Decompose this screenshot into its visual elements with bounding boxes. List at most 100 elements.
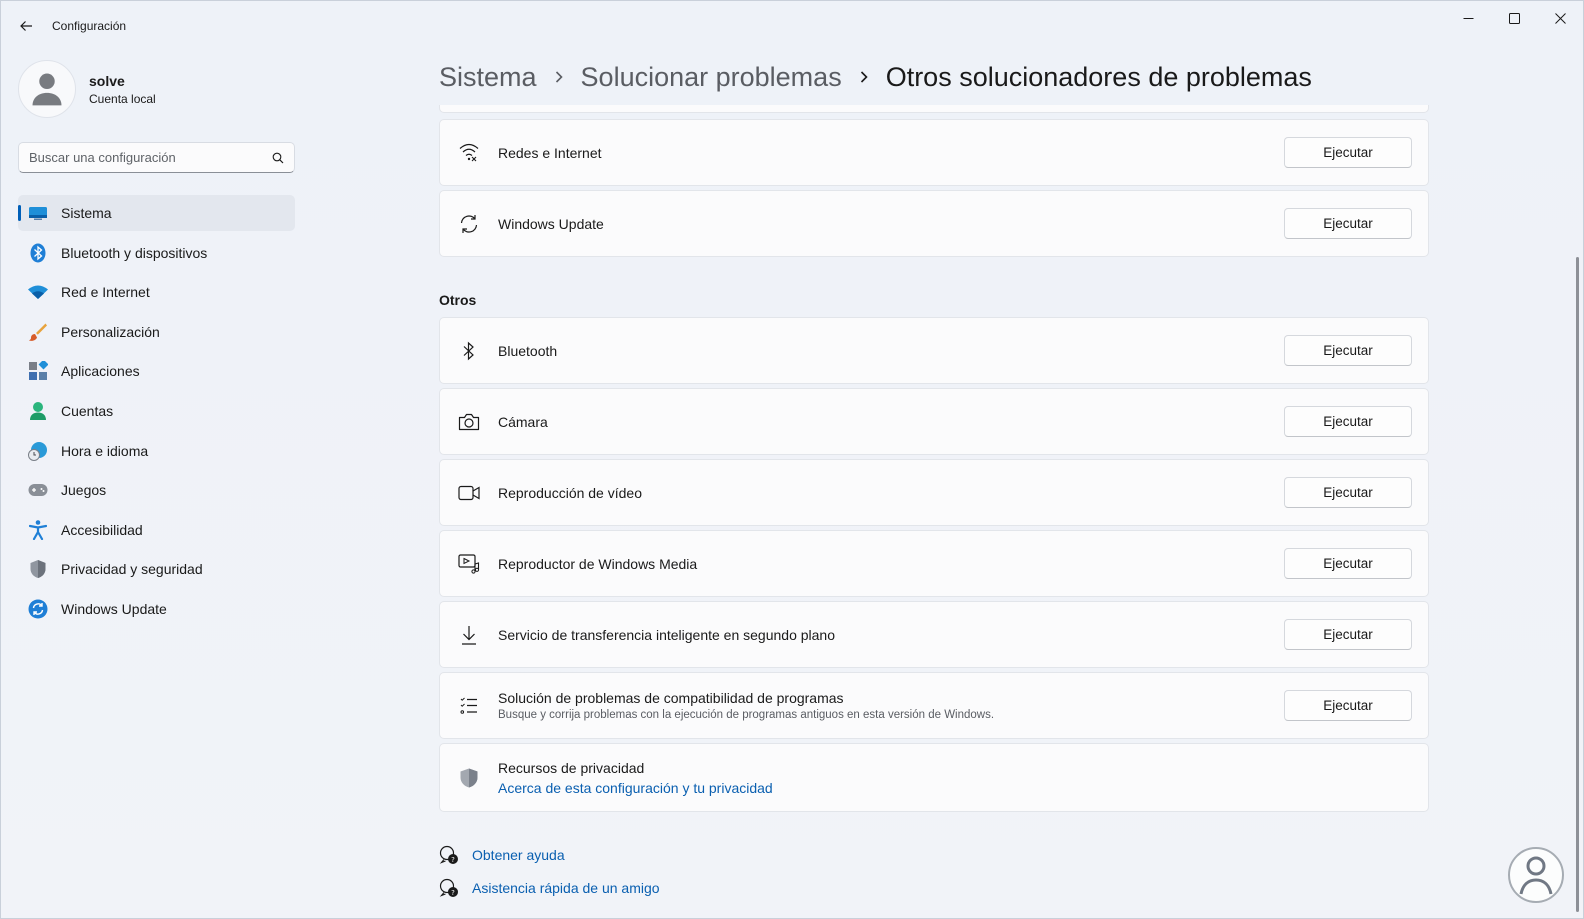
card-title: Reproductor de Windows Media <box>498 555 698 572</box>
help-person-icon: ? <box>439 878 459 898</box>
sidebar-item-label: Cuentas <box>61 402 114 419</box>
search-box <box>18 142 295 173</box>
svg-text:?: ? <box>451 889 455 897</box>
close-icon <box>1554 12 1566 24</box>
bluetooth-icon <box>28 243 48 263</box>
sidebar-item-label: Personalización <box>61 323 160 340</box>
person-avatar-icon <box>32 73 62 106</box>
chevron-right-icon <box>554 70 564 84</box>
sidebar-item-label: Privacidad y seguridad <box>61 561 203 578</box>
media-player-icon <box>458 553 480 575</box>
sidebar-item-red[interactable]: Red e Internet <box>18 274 295 310</box>
section-title: Otros <box>439 292 477 308</box>
windows-update-icon <box>28 599 48 619</box>
sidebar-item-bluetooth[interactable]: Bluetooth y dispositivos <box>18 235 295 271</box>
search-icon[interactable] <box>272 152 284 164</box>
card-title: Bluetooth <box>498 342 558 359</box>
user-name: solve <box>89 72 125 89</box>
avatar <box>18 60 76 118</box>
help-links: ? Obtener ayuda ? Asistencia rápida de u… <box>439 843 660 909</box>
sidebar-item-label: Windows Update <box>61 600 167 617</box>
quick-assist-link[interactable]: ? Asistencia rápida de un amigo <box>439 876 660 900</box>
sidebar-item-label: Red e Internet <box>61 284 150 301</box>
card-camara: Cámara Ejecutar <box>439 388 1429 455</box>
breadcrumb: Sistema Solucionar problemas Otros soluc… <box>439 59 1312 95</box>
run-button-servicio-transferencia[interactable]: Ejecutar <box>1284 619 1412 650</box>
sidebar-item-accesibilidad[interactable]: Accesibilidad <box>18 512 295 548</box>
card-servicio-transferencia: Servicio de transferencia inteligente en… <box>439 601 1429 668</box>
run-button-compatibilidad-programas[interactable]: Ejecutar <box>1284 690 1412 721</box>
gamepad-icon <box>28 480 48 500</box>
breadcrumb-solucionar-problemas[interactable]: Solucionar problemas <box>581 62 842 93</box>
sidebar-item-aplicaciones[interactable]: Aplicaciones <box>18 353 295 389</box>
sidebar-item-juegos[interactable]: Juegos <box>18 472 295 508</box>
sidebar-item-label: Accesibilidad <box>61 521 143 538</box>
close-button[interactable] <box>1537 1 1583 35</box>
network-wifi-icon <box>458 142 480 164</box>
run-button-camara[interactable]: Ejecutar <box>1284 406 1412 437</box>
run-button-windows-update[interactable]: Ejecutar <box>1284 208 1412 239</box>
card-partial <box>439 105 1429 113</box>
sidebar-item-sistema[interactable]: Sistema <box>18 195 295 231</box>
breadcrumb-sistema[interactable]: Sistema <box>439 62 537 93</box>
maximize-icon <box>1508 12 1520 24</box>
svg-text:?: ? <box>451 856 455 864</box>
card-windows-update: Windows Update Ejecutar <box>439 190 1429 257</box>
settings-window: Configuración solve Cuenta local Buscar … <box>0 0 1584 919</box>
card-title: Cámara <box>498 413 548 430</box>
bluetooth-outline-icon <box>458 340 480 362</box>
card-title: Solución de problemas de compatibilidad … <box>498 690 844 706</box>
back-button[interactable] <box>15 15 37 37</box>
sidebar-item-windows-update[interactable]: Windows Update <box>18 591 295 627</box>
card-description: Busque y corrija problemas con la ejecuc… <box>498 709 995 721</box>
list-icon <box>458 695 480 717</box>
run-button-bluetooth[interactable]: Ejecutar <box>1284 335 1412 366</box>
minimize-button[interactable] <box>1445 1 1491 35</box>
sidebar-item-hora[interactable]: Hora e idioma <box>18 433 295 469</box>
card-reproduccion-video: Reproducción de vídeo Ejecutar <box>439 459 1429 526</box>
chevron-right-icon <box>859 70 869 84</box>
get-help-label: Obtener ayuda <box>472 847 565 863</box>
sidebar-item-label: Hora e idioma <box>61 442 149 459</box>
title-bar: Configuración <box>1 1 1583 49</box>
card-title: Reproducción de vídeo <box>498 484 642 501</box>
window-controls <box>1445 1 1583 37</box>
video-camera-icon <box>458 482 480 504</box>
camera-icon <box>458 411 480 433</box>
card-bluetooth: Bluetooth Ejecutar <box>439 317 1429 384</box>
app-title: Configuración <box>52 19 127 33</box>
sidebar-item-label: Sistema <box>61 205 112 221</box>
card-compatibilidad-programas: Solución de problemas de compatibilidad … <box>439 672 1429 739</box>
watermark-logo <box>1508 847 1564 903</box>
sidebar-item-cuentas[interactable]: Cuentas <box>18 393 295 429</box>
wifi-icon <box>28 282 48 302</box>
get-help-link[interactable]: ? Obtener ayuda <box>439 843 660 867</box>
scrollbar[interactable] <box>1576 257 1579 912</box>
card-title: Windows Update <box>498 215 604 232</box>
sidebar-nav: Sistema Bluetooth y dispositivos Red e I… <box>18 195 295 631</box>
card-redes-internet: Redes e Internet Ejecutar <box>439 119 1429 186</box>
run-button-reproductor-windows-media[interactable]: Ejecutar <box>1284 548 1412 579</box>
sidebar-item-personalizacion[interactable]: Personalización <box>18 314 295 350</box>
run-button-reproduccion-video[interactable]: Ejecutar <box>1284 477 1412 508</box>
card-title: Redes e Internet <box>498 144 602 161</box>
apps-icon <box>28 361 48 381</box>
card-reproductor-windows-media: Reproductor de Windows Media Ejecutar <box>439 530 1429 597</box>
sidebar-item-label: Aplicaciones <box>61 363 140 380</box>
maximize-button[interactable] <box>1491 1 1537 35</box>
sidebar-item-privacidad[interactable]: Privacidad y seguridad <box>18 551 295 587</box>
help-chat-icon: ? <box>439 845 459 865</box>
shield-icon <box>28 559 48 579</box>
search-input[interactable] <box>29 150 272 165</box>
run-button-redes-internet[interactable]: Ejecutar <box>1284 137 1412 168</box>
accessibility-icon <box>28 519 48 540</box>
privacy-link[interactable]: Acerca de esta configuración y tu privac… <box>498 780 773 796</box>
sidebar-item-label: Bluetooth y dispositivos <box>61 244 208 261</box>
sync-icon <box>458 213 480 235</box>
sidebar-item-label: Juegos <box>61 482 107 499</box>
card-title: Servicio de transferencia inteligente en… <box>498 626 836 643</box>
user-card[interactable]: solve Cuenta local <box>18 59 156 119</box>
paintbrush-icon <box>28 322 48 342</box>
clock-globe-icon <box>28 441 48 461</box>
person-icon <box>28 401 48 421</box>
